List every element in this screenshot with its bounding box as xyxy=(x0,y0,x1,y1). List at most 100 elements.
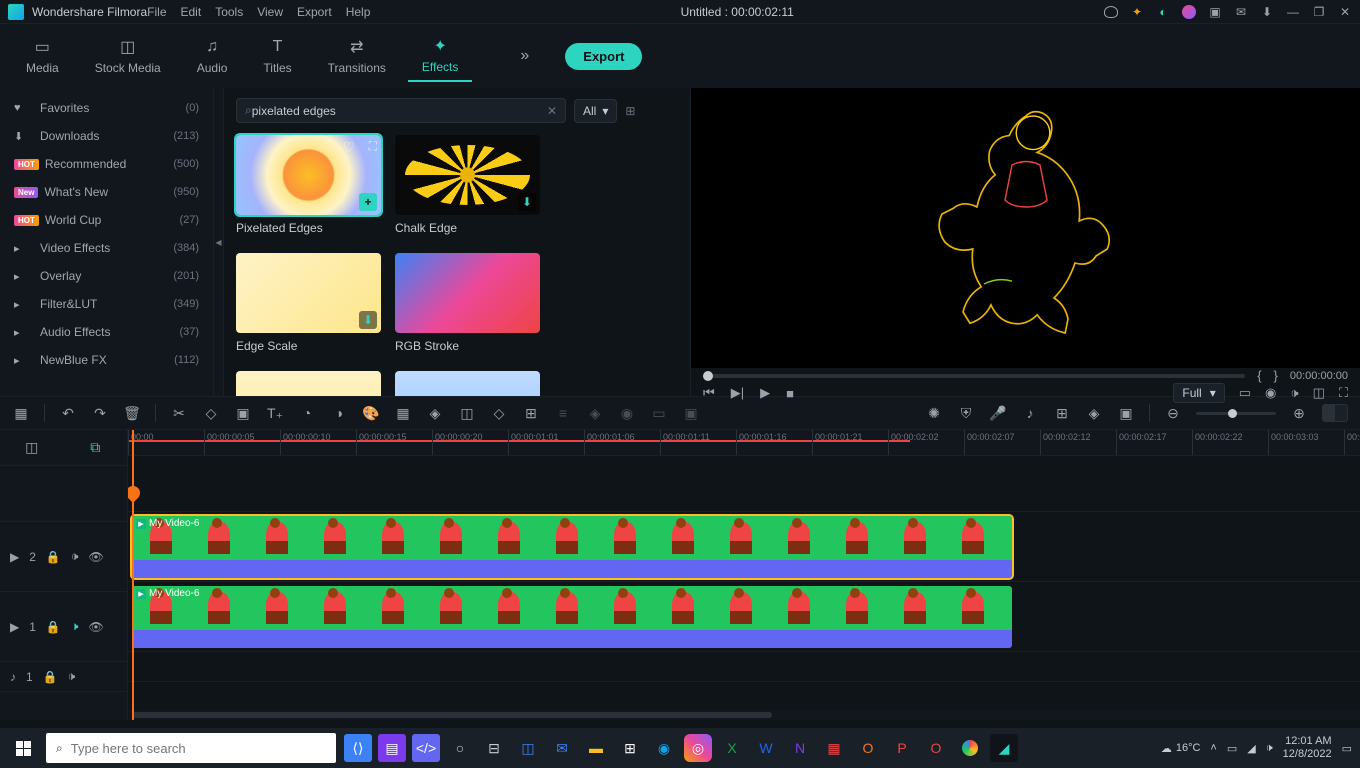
expand-icon[interactable]: ⛶ xyxy=(369,139,377,154)
sidebar-item[interactable]: ▸NewBlue FX(112) xyxy=(0,346,213,374)
zoom-out-icon[interactable]: ⊖ xyxy=(1164,404,1182,422)
effect-thumb[interactable]: ⬇Chalk Edge xyxy=(395,135,540,235)
lock-icon[interactable]: 🔒 xyxy=(43,670,58,684)
effect-thumb[interactable]: ⬇Edge Scale xyxy=(236,253,381,353)
color-icon[interactable]: ◑ xyxy=(330,404,348,422)
menu-edit[interactable]: Edit xyxy=(181,5,202,19)
sidebar-item[interactable]: ▸Audio Effects(37) xyxy=(0,318,213,346)
snapshot-icon[interactable]: ◉ xyxy=(1265,385,1276,401)
preview-quality-select[interactable]: Full▾ xyxy=(1173,383,1224,403)
volume-icon[interactable]: 🕩 xyxy=(1290,385,1298,401)
video-track-2[interactable]: ▶My Video-6 xyxy=(128,512,1360,582)
speed-icon[interactable]: ◔ xyxy=(298,404,316,422)
menu-view[interactable]: View xyxy=(257,5,283,19)
undo-icon[interactable]: ↶ xyxy=(59,404,77,422)
menu-export[interactable]: Export xyxy=(297,5,332,19)
sidebar-item[interactable]: HOTRecommended(500) xyxy=(0,150,213,178)
menu-help[interactable]: Help xyxy=(346,5,371,19)
track-head-video-2[interactable]: ▶2 🔒 🕩 👁 xyxy=(0,522,127,592)
render2-icon[interactable]: ▣ xyxy=(1117,404,1135,422)
explorer-icon[interactable]: ▬ xyxy=(582,734,610,762)
word-icon[interactable]: W xyxy=(752,734,780,762)
tab-audio[interactable]: ♫Audio xyxy=(183,31,242,81)
tool-2-icon[interactable]: ⛨ xyxy=(957,404,975,422)
outlook-icon[interactable]: O xyxy=(854,734,882,762)
sidebar-item[interactable]: NewWhat's New(950) xyxy=(0,178,213,206)
mark-in-icon[interactable]: { xyxy=(1257,368,1261,383)
tab-media[interactable]: ▭Media xyxy=(12,31,73,81)
start-button[interactable] xyxy=(0,728,46,768)
close-icon[interactable]: ✕ xyxy=(1338,5,1352,19)
audio-sync-icon[interactable]: ◈ xyxy=(586,404,604,422)
clip-video-2[interactable]: ▶My Video-6 xyxy=(132,516,1012,578)
marker-icon[interactable]: ▭ xyxy=(650,404,668,422)
mute-icon[interactable]: 🕩 xyxy=(71,549,79,564)
tab-stock-media[interactable]: ◫Stock Media xyxy=(81,31,175,81)
app-icon[interactable]: ⟨⟩ xyxy=(344,734,372,762)
marker2-icon[interactable]: ◈ xyxy=(1085,404,1103,422)
minimize-icon[interactable]: ― xyxy=(1286,5,1300,19)
effect-thumb[interactable] xyxy=(395,371,540,396)
prev-frame-icon[interactable]: ⏮ xyxy=(703,385,715,401)
save-icon[interactable]: ▣ xyxy=(1208,5,1222,19)
excel-icon[interactable]: X xyxy=(718,734,746,762)
mark-out-icon[interactable]: } xyxy=(1274,368,1278,383)
clip-video-1[interactable]: ▶My Video-6 xyxy=(132,586,1012,648)
effect-thumb[interactable]: ♡⛶+Pixelated Edges xyxy=(236,135,381,235)
sidebar-item[interactable]: ▸Video Effects(384) xyxy=(0,234,213,262)
tab-titles[interactable]: TTitles xyxy=(249,31,305,81)
download-icon[interactable]: ⬇ xyxy=(1260,5,1274,19)
export-button[interactable]: Export xyxy=(565,43,642,70)
audio-track-1[interactable] xyxy=(128,652,1360,682)
scrub-track[interactable] xyxy=(703,374,1245,378)
layout-icon[interactable]: ▦ xyxy=(12,404,30,422)
hscroll-thumb[interactable] xyxy=(132,712,772,718)
menu-tools[interactable]: Tools xyxy=(215,5,243,19)
search-box[interactable]: ⌕ ✕ xyxy=(236,98,566,123)
app-icon[interactable]: ▦ xyxy=(820,734,848,762)
link-icon[interactable]: ⧉ xyxy=(86,439,104,457)
taskbar-search[interactable]: ⌕ xyxy=(46,733,336,763)
app-icon[interactable]: ▤ xyxy=(378,734,406,762)
transform-icon[interactable]: ◇ xyxy=(490,404,508,422)
tray-volume-icon[interactable]: 🕩 xyxy=(1266,742,1273,755)
greenscreen-icon[interactable]: ◫ xyxy=(458,404,476,422)
compare-icon[interactable]: ◫ xyxy=(1313,385,1325,401)
cloud-icon[interactable] xyxy=(1104,5,1118,19)
powerpoint-icon[interactable]: P xyxy=(888,734,916,762)
favorite-icon[interactable]: ♡ xyxy=(342,139,355,156)
track-head-video-1[interactable]: ▶1 🔒 🕨 👁 xyxy=(0,592,127,662)
effect-thumb[interactable]: RGB Stroke xyxy=(395,253,540,353)
maximize-icon[interactable]: ❐ xyxy=(1312,5,1326,19)
crop2-icon[interactable]: ▣ xyxy=(234,404,252,422)
zoom-slider[interactable] xyxy=(1196,412,1276,415)
timeline-body[interactable]: 00:0000:00:00:0500:00:00:1000:00:00:1500… xyxy=(128,430,1360,720)
view-toggle[interactable] xyxy=(1322,404,1348,422)
opera-icon[interactable]: O xyxy=(922,734,950,762)
tray-wifi-icon[interactable]: ◢ xyxy=(1247,742,1255,755)
clear-search-icon[interactable]: ✕ xyxy=(547,104,557,118)
display-icon[interactable]: ▭ xyxy=(1239,385,1251,401)
mail-icon[interactable]: ✉ xyxy=(1234,5,1248,19)
mic-icon[interactable]: 🎤 xyxy=(989,404,1007,422)
sidebar-item[interactable]: ▸Filter&LUT(349) xyxy=(0,290,213,318)
sidebar-item[interactable]: ▸Overlay(201) xyxy=(0,262,213,290)
mute-icon[interactable]: 🕨 xyxy=(71,619,79,634)
tray-battery-icon[interactable]: ▭ xyxy=(1227,742,1237,755)
edge-icon[interactable]: ◉ xyxy=(650,734,678,762)
account-icon[interactable] xyxy=(1182,5,1196,19)
sidebar-collapse-handle[interactable]: ◂ xyxy=(214,88,224,396)
filter-select[interactable]: All▾ xyxy=(574,99,617,123)
text-icon[interactable]: T₊ xyxy=(266,404,284,422)
lock-icon[interactable]: 🔒 xyxy=(46,620,61,634)
palette-icon[interactable]: 🎨 xyxy=(362,404,380,422)
onenote-icon[interactable]: N xyxy=(786,734,814,762)
fullscreen-icon[interactable]: ⛶ xyxy=(1339,385,1348,401)
tab-effects[interactable]: ✦Effects xyxy=(408,30,472,82)
store-icon[interactable]: ⊞ xyxy=(616,734,644,762)
scrub-thumb[interactable] xyxy=(703,371,713,381)
music-icon[interactable]: ♪ xyxy=(1021,404,1039,422)
record-icon[interactable]: ◉ xyxy=(618,404,636,422)
effect-thumb[interactable] xyxy=(236,371,381,396)
taskbar-clock[interactable]: 12:01 AM 12/8/2022 xyxy=(1283,735,1332,761)
